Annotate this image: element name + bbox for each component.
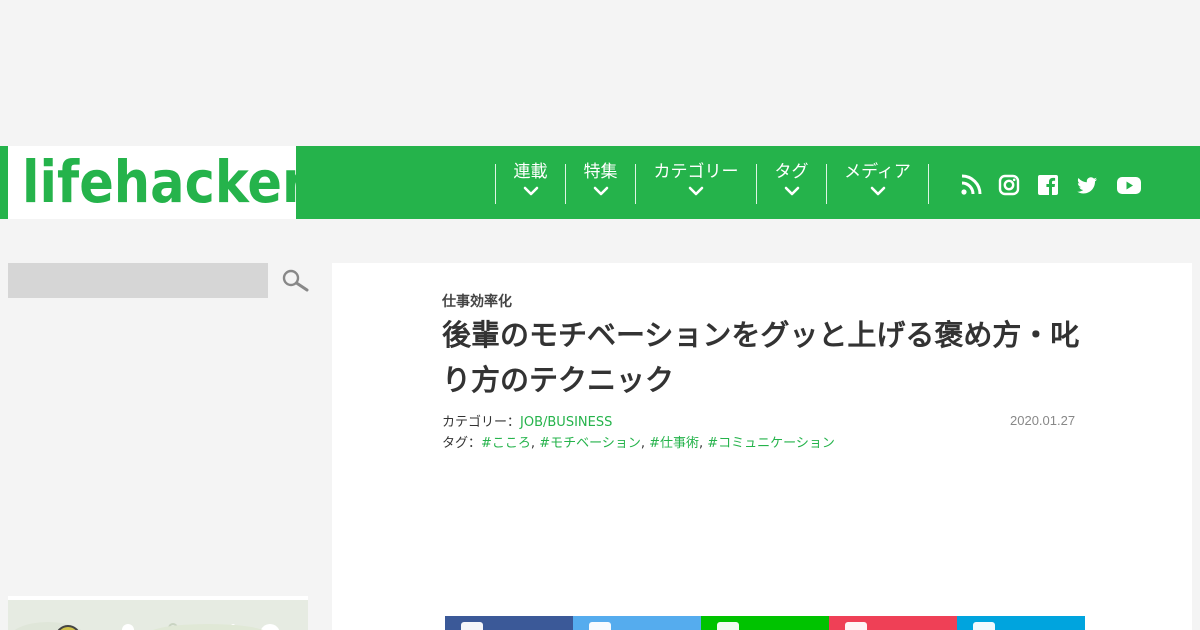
- sidebar-article-thumbnail[interactable]: [8, 596, 308, 630]
- nav-item-label: 特集: [583, 162, 618, 182]
- chevron-down-icon: [784, 186, 799, 196]
- tag-link[interactable]: #モチベーション: [539, 436, 641, 451]
- share-facebook-button[interactable]: [445, 616, 573, 630]
- chevron-down-icon: [523, 186, 538, 196]
- logo-text[interactable]: lifehacker: [22, 148, 307, 216]
- main-navbar: 連載 特集 カテゴリー タグ メディア: [296, 146, 1200, 219]
- nav-item-category[interactable]: カテゴリー: [635, 162, 756, 204]
- nav-item-tags[interactable]: タグ: [756, 162, 826, 204]
- tags-prefix: タグ：: [442, 436, 482, 451]
- article-category-label[interactable]: 仕事効率化: [442, 291, 512, 311]
- chevron-down-icon: [593, 186, 608, 196]
- search-icon[interactable]: [281, 268, 309, 294]
- share-twitter-button[interactable]: [573, 616, 701, 630]
- nav-item-label: 連載: [513, 162, 548, 182]
- article-title: 後輩のモチベーションをグッと上げる褒め方・叱り方のテクニック: [442, 318, 1080, 397]
- search-input[interactable]: [8, 263, 268, 298]
- category-link[interactable]: JOB/BUSINESS: [520, 415, 612, 430]
- nav-item-series[interactable]: 連載: [495, 162, 565, 204]
- nav-item-media[interactable]: メディア: [826, 162, 929, 204]
- tag-separator: ,: [530, 436, 540, 451]
- share-pocket-button[interactable]: [829, 616, 957, 630]
- twitter-icon[interactable]: [1076, 174, 1098, 196]
- article-date: 2020.01.27: [1010, 413, 1076, 428]
- twitter-icon: [589, 622, 611, 630]
- category-prefix: カテゴリー：: [442, 415, 521, 430]
- nav-item-label: メディア: [844, 162, 911, 182]
- share-hatena-button[interactable]: [957, 616, 1085, 630]
- nav-item-features[interactable]: 特集: [565, 162, 635, 204]
- tag-link[interactable]: #仕事術: [649, 436, 699, 451]
- tag-separator: ,: [640, 436, 650, 451]
- instagram-icon[interactable]: [998, 174, 1020, 196]
- pocket-icon: [845, 622, 867, 630]
- article-card: 仕事効率化 後輩のモチベーションをグッと上げる褒め方・叱り方のテクニック カテゴ…: [332, 263, 1192, 630]
- site-logo[interactable]: lifehacker: [0, 146, 307, 219]
- share-line-button[interactable]: [701, 616, 829, 630]
- share-buttons: [445, 616, 1085, 630]
- logo-accent-bar: [0, 146, 8, 219]
- chevron-down-icon: [870, 186, 885, 196]
- facebook-icon[interactable]: [1037, 174, 1059, 196]
- thumbnail-image: [8, 600, 308, 630]
- nav-item-label: タグ: [774, 162, 809, 182]
- line-icon: [717, 622, 739, 630]
- tag-link[interactable]: #コミュニケーション: [707, 436, 835, 451]
- tag-link[interactable]: #こころ: [481, 436, 531, 451]
- article-category-line: カテゴリー：JOB/BUSINESS: [442, 411, 612, 430]
- rss-icon[interactable]: [960, 174, 982, 196]
- facebook-icon: [461, 622, 483, 630]
- chevron-down-icon: [688, 186, 704, 196]
- youtube-icon[interactable]: [1116, 174, 1142, 196]
- nav-item-label: カテゴリー: [653, 162, 739, 182]
- hatena-icon: [973, 622, 995, 630]
- article-tags-line: タグ：#こころ, #モチベーション, #仕事術, #コミュニケーション: [442, 432, 835, 451]
